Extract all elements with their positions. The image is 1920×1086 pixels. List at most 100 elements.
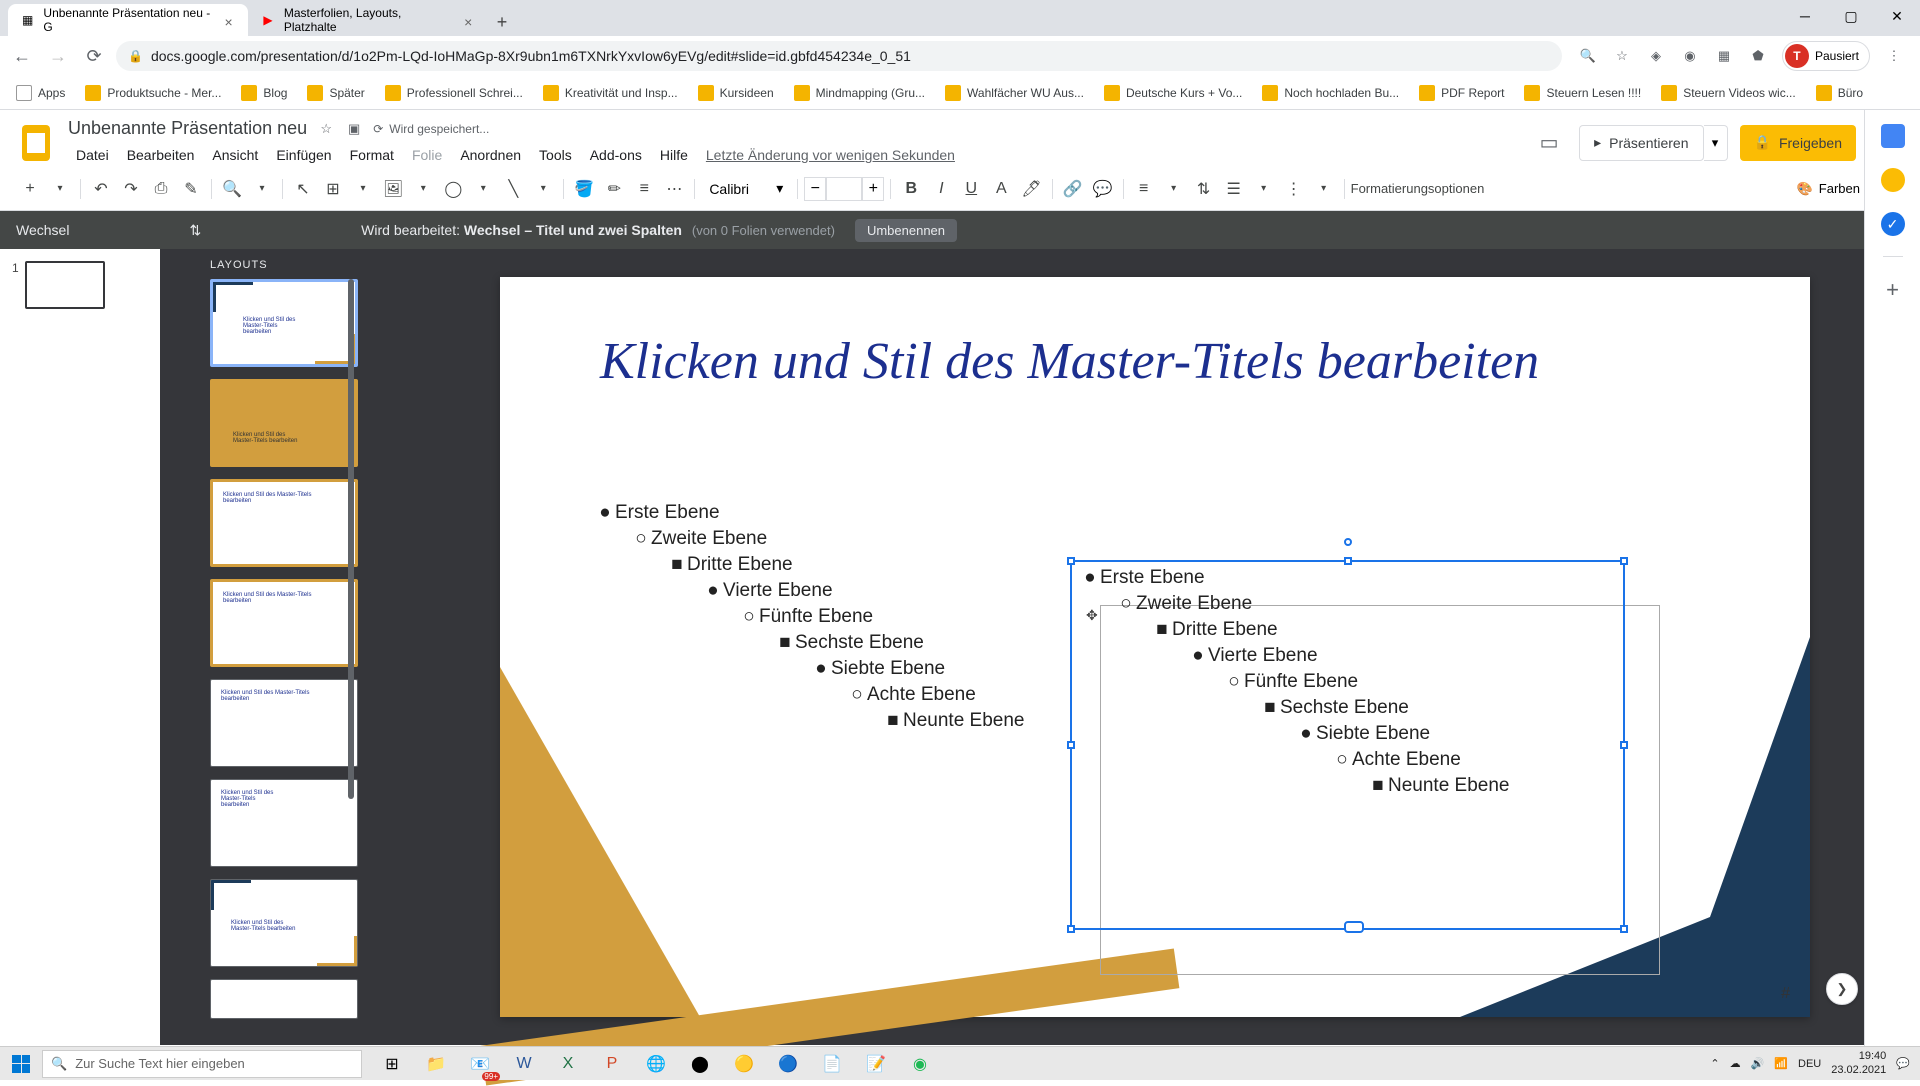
menu-slide[interactable]: Folie (404, 143, 450, 167)
url-input[interactable]: 🔒 docs.google.com/presentation/d/1o2Pm-L… (116, 41, 1562, 71)
last-edit-link[interactable]: Letzte Änderung vor wenigen Sekunden (698, 143, 963, 167)
border-dash-button[interactable]: ⋯ (660, 175, 688, 203)
bookmark-item[interactable]: Wahlfächer WU Aus... (937, 81, 1092, 105)
bookmark-item[interactable]: Noch hochladen Bu... (1254, 81, 1407, 105)
move-icon[interactable]: ▣ (345, 120, 363, 138)
zoom-dropdown[interactable]: ▾ (248, 175, 276, 203)
bookmark-item[interactable]: Später (299, 81, 372, 105)
layout-thumb[interactable]: Klicken und Stil des Master-Titelsbearbe… (210, 679, 358, 767)
numbered-list-button[interactable]: ☰ (1220, 175, 1248, 203)
task-view-icon[interactable]: ⊞ (370, 1047, 414, 1081)
present-button[interactable]: ▸Präsentieren (1579, 125, 1703, 161)
menu-tools[interactable]: Tools (531, 143, 580, 167)
app-icon[interactable]: 🌐 (634, 1047, 678, 1081)
line-spacing-button[interactable]: ⇅ (1190, 175, 1218, 203)
close-icon[interactable]: × (224, 14, 236, 26)
windows-search-input[interactable]: 🔍 Zur Suche Text hier eingeben (42, 1050, 362, 1078)
font-size-decrease[interactable]: − (804, 177, 826, 201)
app-icon[interactable]: 📄 (810, 1047, 854, 1081)
star-icon[interactable]: ☆ (317, 120, 335, 138)
clock[interactable]: 19:40 23.02.2021 (1831, 1050, 1886, 1076)
spotify-icon[interactable]: ◉ (898, 1047, 942, 1081)
body-right-placeholder[interactable]: ●Erste Ebene ○Zweite Ebene ■Dritte Ebene… (1080, 567, 1630, 801)
align-dropdown[interactable]: ▾ (1160, 175, 1188, 203)
new-slide-dropdown[interactable]: ▾ (46, 175, 74, 203)
zoom-icon[interactable]: 🔍 (1578, 46, 1598, 66)
master-title-placeholder[interactable]: Klicken und Stil des Master-Titels bearb… (600, 332, 1710, 392)
layout-thumb[interactable]: Klicken und Stil desMaster-Titels bearbe… (210, 379, 358, 467)
redo-button[interactable]: ↷ (117, 175, 145, 203)
onedrive-icon[interactable]: ☁ (1730, 1057, 1741, 1070)
rotate-handle[interactable] (1344, 538, 1352, 546)
shape-tool[interactable]: ◯ (439, 175, 467, 203)
resize-handle[interactable] (1067, 925, 1075, 933)
add-sidebar-button[interactable]: + (1886, 277, 1899, 303)
word-icon[interactable]: W (502, 1047, 546, 1081)
star-icon[interactable]: ☆ (1612, 46, 1632, 66)
new-tab-button[interactable]: + (488, 8, 516, 36)
excel-icon[interactable]: X (546, 1047, 590, 1081)
menu-format[interactable]: Format (342, 143, 402, 167)
layout-thumb[interactable] (210, 979, 358, 1019)
resize-handle[interactable] (1344, 921, 1364, 933)
align-button[interactable]: ≡ (1130, 175, 1158, 203)
bookmark-item[interactable]: Büro (1808, 81, 1871, 105)
layout-thumb[interactable]: Klicken und Stil des Master-Titelsbearbe… (210, 479, 358, 567)
slides-logo-icon[interactable] (16, 123, 56, 163)
menu-help[interactable]: Hilfe (652, 143, 696, 167)
back-button[interactable]: ← (8, 42, 36, 70)
font-size-increase[interactable]: + (862, 177, 884, 201)
layout-thumb[interactable]: Klicken und Stil desMaster-Titelsbearbei… (210, 779, 358, 867)
close-icon[interactable]: × (464, 14, 476, 26)
new-slide-button[interactable]: + (16, 175, 44, 203)
menu-insert[interactable]: Einfügen (268, 143, 339, 167)
bulleted-list-button[interactable]: ⋮ (1280, 175, 1308, 203)
share-button[interactable]: 🔒Freigeben (1740, 125, 1856, 161)
bookmark-item[interactable]: Produktsuche - Mer... (77, 81, 229, 105)
explorer-icon[interactable]: 📁 (414, 1047, 458, 1081)
layout-thumb[interactable]: Klicken und Stil desMaster-Titelsbearbei… (210, 279, 358, 367)
menu-file[interactable]: Datei (68, 143, 117, 167)
text-color-button[interactable]: A (987, 175, 1015, 203)
resize-handle[interactable] (1067, 557, 1075, 565)
bookmark-item[interactable]: Blog (233, 81, 295, 105)
select-tool[interactable]: ↖ (289, 175, 317, 203)
image-dropdown[interactable]: ▾ (409, 175, 437, 203)
resize-handle[interactable] (1067, 741, 1075, 749)
start-button[interactable] (0, 1047, 42, 1081)
volume-icon[interactable]: 🔊 (1751, 1057, 1765, 1070)
extension-icon[interactable]: ◉ (1680, 46, 1700, 66)
menu-addons[interactable]: Add-ons (582, 143, 650, 167)
theme-selector[interactable]: Wechsel ⇅ (16, 222, 221, 239)
layout-thumb[interactable]: Klicken und Stil des Master-Titelsbearbe… (210, 579, 358, 667)
textbox-dropdown[interactable]: ▾ (349, 175, 377, 203)
scrollbar[interactable] (348, 279, 354, 799)
tray-chevron-icon[interactable]: ⌃ (1710, 1057, 1719, 1070)
forward-button[interactable]: → (44, 42, 72, 70)
extension-icon[interactable]: ◈ (1646, 46, 1666, 66)
notifications-icon[interactable]: 💬 (1896, 1057, 1910, 1070)
bookmark-item[interactable]: Kursideen (690, 81, 782, 105)
print-button[interactable]: ⎙ (147, 175, 175, 203)
profile-chip[interactable]: T Pausiert (1782, 41, 1870, 71)
bold-button[interactable]: B (897, 175, 925, 203)
link-button[interactable]: 🔗 (1059, 175, 1087, 203)
undo-button[interactable]: ↶ (87, 175, 115, 203)
image-tool[interactable]: 🖼 (379, 175, 407, 203)
notepad-icon[interactable]: 📝 (854, 1047, 898, 1081)
maximize-button[interactable]: ▢ (1828, 0, 1874, 32)
bookmark-item[interactable]: Deutsche Kurs + Vo... (1096, 81, 1250, 105)
browser-tab[interactable]: ▶ Masterfolien, Layouts, Platzhalte × (248, 4, 488, 36)
comments-button[interactable]: ▭ (1531, 125, 1567, 161)
highlight-button[interactable]: 🖊 (1017, 175, 1045, 203)
doc-title[interactable]: Unbenannte Präsentation neu (68, 118, 307, 139)
extensions-icon[interactable]: ⬟ (1748, 46, 1768, 66)
bookmark-item[interactable]: Professionell Schrei... (377, 81, 531, 105)
textbox-tool[interactable]: ⊞ (319, 175, 347, 203)
zoom-button[interactable]: 🔍 (218, 175, 246, 203)
page-number-placeholder[interactable]: # (1781, 985, 1790, 1003)
extension-icon[interactable]: ▦ (1714, 46, 1734, 66)
font-size-input[interactable] (826, 177, 862, 201)
browser-tab-active[interactable]: ▦ Unbenannte Präsentation neu - G × (8, 4, 248, 36)
wifi-icon[interactable]: 📶 (1774, 1057, 1788, 1070)
